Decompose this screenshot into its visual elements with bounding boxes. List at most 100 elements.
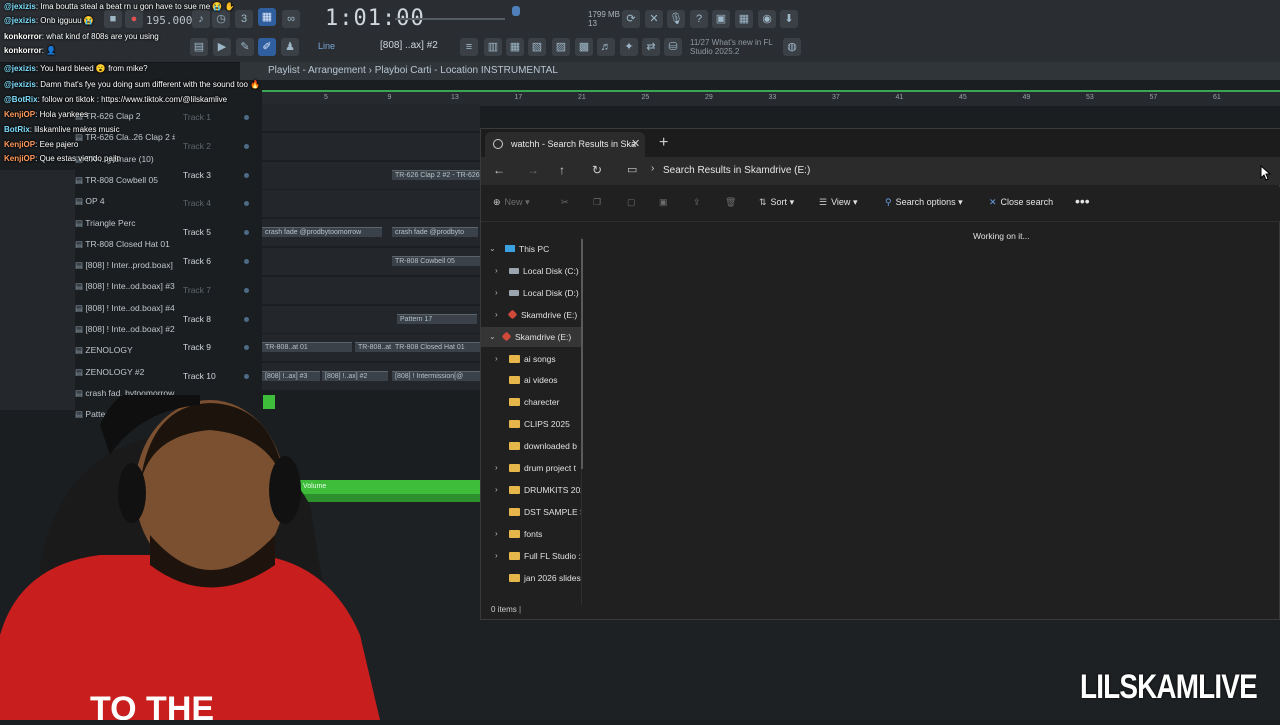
track-header[interactable]: Track 4 [183, 190, 253, 217]
chevron-right-icon[interactable]: › [495, 261, 498, 281]
plugin-picker-icon[interactable]: ▨ [552, 38, 570, 56]
more-options-icon[interactable]: ••• [1075, 193, 1090, 209]
refresh-icon[interactable]: ↻ [592, 163, 602, 177]
chat-username[interactable]: KenjiOP [4, 140, 35, 149]
playlist-clip[interactable]: [808] !..ax] #2 [322, 371, 388, 382]
track-lane[interactable] [262, 276, 480, 305]
nav-tree-item[interactable]: ⌄ This PC [481, 239, 581, 259]
master-volume-slider[interactable] [395, 18, 505, 20]
chat-username[interactable]: @jexizis [4, 2, 36, 11]
chat-username[interactable]: @BotRix [4, 95, 38, 104]
track-mute-led[interactable] [244, 316, 249, 322]
nav-tree-item[interactable]: › fonts [481, 524, 581, 544]
track-header[interactable]: Track 6 [183, 248, 253, 275]
back-arrow-icon[interactable]: ← [493, 163, 505, 177]
track-lane[interactable] [262, 132, 480, 161]
nav-tree-item[interactable]: › Local Disk (C:) [481, 261, 581, 281]
close-tab-icon[interactable]: ✕ [631, 132, 640, 157]
paste-icon[interactable]: ▢ [627, 197, 636, 208]
up-arrow-icon[interactable]: ↑ [559, 163, 565, 177]
forward-arrow-icon[interactable]: → [527, 163, 539, 177]
view-button[interactable]: ☰ View ▾ [819, 197, 857, 208]
playlist-clip[interactable]: crash fade @prodbyto [392, 227, 478, 238]
rename-icon[interactable]: ▣ [659, 197, 668, 208]
loop-icon[interactable]: ∞ [282, 10, 300, 28]
pattern-selector[interactable]: [808] ..ax] #2 [380, 40, 438, 51]
track-header[interactable]: Track 5 [183, 219, 253, 246]
delete-icon[interactable]: 🗑 [725, 197, 736, 208]
track-mute-led[interactable] [244, 230, 249, 236]
track-mute-led[interactable] [244, 345, 249, 351]
nav-tree-item[interactable]: CLIPS 2025 [481, 414, 581, 434]
chat-icon[interactable]: ◉ [758, 10, 776, 28]
navigation-scrollbar[interactable] [581, 239, 583, 469]
chevron-down-icon[interactable]: ⌄ [489, 327, 496, 347]
chevron-right-icon[interactable]: › [495, 546, 498, 566]
chevron-right-icon[interactable]: › [495, 283, 498, 303]
new-button[interactable]: ⊕ New ▾ [493, 197, 530, 208]
bell-icon[interactable]: ♟ [281, 38, 299, 56]
playlist-clip[interactable]: TR-808 Closed Hat 01 [392, 342, 480, 353]
nav-tree-item[interactable]: › Skamdrive (E:) [481, 305, 581, 325]
news-hint[interactable]: 11/27 What's new in FL Studio 2025.2 [690, 38, 780, 56]
address-bar[interactable]: Search Results in Skamdrive (E:) [663, 162, 1263, 180]
playlist-clip[interactable]: [808] !..ax] #3 [262, 371, 320, 382]
chat-username[interactable]: konkorror [4, 32, 42, 41]
copy-icon[interactable]: ❐ [593, 197, 601, 208]
picker-item[interactable]: ▤ TR-808 Closed Hat 01 [75, 234, 175, 254]
picker-item[interactable]: ▤ [808] ! Inte..od.boax] #4 [75, 298, 175, 318]
microphone-icon[interactable]: 🎙 [667, 10, 685, 28]
track-header[interactable]: Track 9 [183, 334, 253, 361]
nav-tree-item[interactable]: › Local Disk (D:) [481, 283, 581, 303]
chevron-down-icon[interactable]: ⌄ [489, 239, 496, 259]
chevron-right-icon[interactable]: › [495, 305, 498, 325]
new-tab-icon[interactable]: + [659, 131, 668, 155]
nav-tree-item[interactable]: ⌄ Skamdrive (E:) [481, 326, 581, 347]
nav-tree-item[interactable]: jan 2026 slides [481, 568, 581, 588]
share-icon[interactable]: ⇪ [693, 197, 701, 208]
explorer-tab[interactable]: watchh - Search Results in Ska ✕ [485, 132, 645, 157]
touch-keyboard-icon[interactable]: ♬ [597, 38, 615, 56]
nav-tree-item[interactable]: downloaded b [481, 436, 581, 456]
master-pitch-icon[interactable] [512, 6, 520, 16]
playlist-clip[interactable]: Pattern 17 [397, 313, 477, 324]
playlist-clip[interactable]: crash fade @prodbytoomorrow [262, 227, 382, 238]
nav-tree-item[interactable]: › drum project t [481, 458, 581, 478]
channel-rack-icon[interactable]: ▥ [484, 38, 502, 56]
breadcrumb-chevron-icon[interactable]: › [651, 163, 654, 174]
track-mute-led[interactable] [244, 287, 249, 293]
project-icon[interactable]: ▩ [575, 38, 593, 56]
chat-username[interactable]: KenjiOP [4, 110, 35, 119]
picker-item[interactable]: ▤ [808] ! Inter..prod.boax] [75, 255, 175, 275]
globe-icon[interactable]: ◍ [783, 38, 801, 56]
save-icon[interactable]: ▣ [712, 10, 730, 28]
chat-username[interactable]: BotRix [4, 125, 30, 134]
nav-tree-item[interactable]: › DRUMKITS 202 [481, 480, 581, 500]
plugin-icon[interactable]: ▦ [735, 10, 753, 28]
sort-button[interactable]: ⇅ Sort ▾ [759, 197, 794, 208]
picker-item[interactable]: ▤ OP 4 [75, 191, 175, 211]
chevron-right-icon[interactable]: › [495, 349, 498, 369]
chat-username[interactable]: KenjiOP [4, 154, 35, 163]
script-icon[interactable]: ✦ [620, 38, 638, 56]
nav-tree-item[interactable]: charecter [481, 392, 581, 412]
close-search-button[interactable]: ✕ Close search [989, 197, 1053, 208]
nav-tree-item[interactable]: › ai songs [481, 349, 581, 369]
track-header[interactable]: Track 8 [183, 306, 253, 333]
chevron-right-icon[interactable]: › [495, 524, 498, 544]
picker-item[interactable]: ▤ ZENOLOGY #2 [75, 362, 175, 382]
snap-mode[interactable]: Line [318, 41, 335, 51]
nav-tree-item[interactable]: › Full FL Studio : [481, 546, 581, 566]
track-lane[interactable] [262, 190, 480, 219]
track-header[interactable]: Track 10 [183, 363, 253, 390]
mixer-icon[interactable]: ≡ [460, 38, 478, 56]
chat-username[interactable]: @jexizis [4, 64, 36, 73]
chat-username[interactable]: konkorror [4, 46, 42, 55]
playlist-clip[interactable]: TR-626 Clap 2 #2 - TR-626 [392, 169, 482, 180]
playlist-clip[interactable]: [808] ! Intermission[@ [392, 371, 480, 382]
browser-icon[interactable]: ▧ [528, 38, 546, 56]
nav-tree-item[interactable]: ai videos [481, 370, 581, 390]
piano-roll-icon[interactable]: ▦ [506, 38, 524, 56]
playlist-clip[interactable]: TR-808..at 01 [262, 342, 352, 353]
track-mute-led[interactable] [244, 259, 249, 264]
